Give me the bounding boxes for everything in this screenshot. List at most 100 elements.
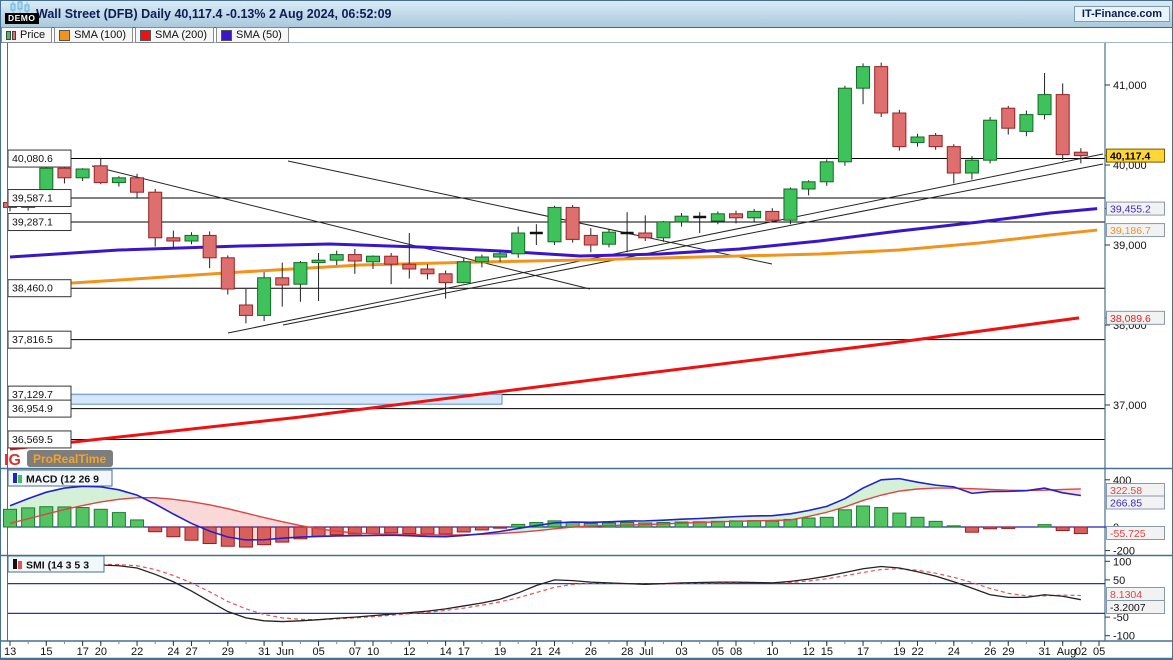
x-axis-label: 24	[167, 646, 179, 658]
site-link[interactable]: IT-Finance.com	[1074, 6, 1170, 22]
x-axis-label: 08	[730, 646, 742, 658]
macd-label: MACD (12 26 9	[26, 474, 99, 486]
x-axis-label: 31	[1039, 646, 1051, 658]
x-axis-label: 28	[621, 646, 633, 658]
indicator-legend: Price SMA (100) SMA (200) SMA (50)	[1, 27, 289, 43]
x-axis-label: 24	[948, 646, 960, 658]
price-series-icon	[6, 31, 16, 40]
macd-histogram-bar	[766, 521, 779, 527]
x-axis-label: 22	[131, 646, 143, 658]
macd-histogram-bar	[239, 527, 252, 547]
svg-text:39,000: 39,000	[1113, 240, 1147, 252]
svg-text:-3.2007: -3.2007	[1110, 602, 1146, 614]
x-axis-label: 17	[857, 646, 869, 658]
legend-chip-price[interactable]: Price	[1, 27, 52, 43]
macd-histogram-bar	[965, 527, 978, 532]
x-axis-label: 31	[258, 646, 270, 658]
macd-histogram-bar	[802, 518, 815, 527]
macd-histogram-bar	[1056, 527, 1069, 531]
legend-chip-sma200[interactable]: SMA (200)	[135, 27, 214, 43]
svg-text:36,569.5: 36,569.5	[12, 434, 53, 446]
macd-histogram-bar	[149, 527, 162, 532]
svg-text:40,117.4: 40,117.4	[1110, 151, 1150, 163]
svg-text:266.85: 266.85	[1110, 498, 1142, 510]
price-chart-canvas[interactable]: 40,080.639,587.139,287.138,460.037,816.5…	[0, 0, 1173, 660]
sma100-swatch-icon	[59, 30, 70, 41]
x-axis-label: 10	[367, 646, 379, 658]
x-axis-label: 19	[494, 646, 506, 658]
macd-histogram-bar	[838, 510, 851, 527]
macd-histogram-bar	[457, 527, 470, 532]
x-axis-label: Aug	[1057, 646, 1077, 658]
legend-chip-sma50[interactable]: SMA (50)	[216, 27, 289, 43]
svg-text:322.58: 322.58	[1110, 485, 1142, 497]
sma200-swatch-icon	[140, 30, 151, 41]
svg-text:50: 50	[1113, 575, 1125, 587]
svg-text:38,460.0: 38,460.0	[12, 283, 53, 295]
ig-logo: IG	[4, 452, 21, 469]
x-axis-label: 13	[4, 646, 16, 658]
titlebar: DEMO Wall Street (DFB) Daily 40,117.4 -0…	[0, 0, 1173, 28]
macd-histogram-bar	[131, 520, 144, 527]
x-axis-label: 24	[549, 646, 561, 658]
svg-text:40,080.6: 40,080.6	[12, 153, 53, 165]
x-axis-label: 02	[1075, 646, 1087, 658]
svg-text:-55.725: -55.725	[1110, 528, 1146, 540]
svg-text:39,186.7: 39,186.7	[1110, 225, 1151, 237]
macd-histogram-bar	[439, 527, 452, 534]
legend-label: SMA (200)	[155, 29, 207, 41]
svg-text:8.1304: 8.1304	[1110, 589, 1142, 601]
macd-histogram-bar	[40, 507, 53, 527]
svg-text:39,287.1: 39,287.1	[12, 217, 53, 229]
svg-text:ProRealTime: ProRealTime	[33, 452, 106, 466]
x-axis-label: 12	[403, 646, 415, 658]
svg-text:37,816.5: 37,816.5	[12, 334, 53, 346]
macd-histogram-bar	[367, 527, 380, 533]
x-axis-label: 26	[984, 646, 996, 658]
x-axis-label: 22	[912, 646, 924, 658]
x-axis-label: 21	[530, 646, 542, 658]
macd-histogram-bar	[857, 506, 870, 527]
x-axis-label: 07	[349, 646, 361, 658]
macd-histogram-bar	[403, 527, 416, 534]
legend-label: Price	[20, 29, 45, 41]
macd-histogram-bar	[893, 513, 906, 527]
macd-histogram-bar	[258, 527, 271, 545]
x-axis-label: 12	[803, 646, 815, 658]
legend-label: SMA (100)	[74, 29, 126, 41]
smi-label: SMI (14 3 5 3	[26, 560, 89, 572]
x-axis-label: 03	[676, 646, 688, 658]
x-axis-label: 05	[712, 646, 724, 658]
x-axis-label: 17	[77, 646, 89, 658]
svg-text:36,954.9: 36,954.9	[12, 403, 53, 415]
x-axis-label: 26	[585, 646, 597, 658]
legend-chip-sma100[interactable]: SMA (100)	[54, 27, 133, 43]
x-axis-label: Jul	[639, 646, 653, 658]
svg-text:37,129.7: 37,129.7	[12, 389, 53, 401]
x-axis-label: 14	[440, 646, 452, 658]
macd-histogram-bar	[1074, 527, 1087, 534]
macd-histogram-bar	[94, 509, 107, 527]
x-axis-label: 29	[222, 646, 234, 658]
macd-histogram-bar	[4, 509, 17, 527]
x-axis-label: 29	[1002, 646, 1014, 658]
macd-histogram-bar	[421, 527, 434, 534]
macd-histogram-bar	[820, 517, 833, 527]
x-axis-label: 19	[893, 646, 905, 658]
legend-label: SMA (50)	[236, 29, 282, 41]
svg-text:-100: -100	[1113, 631, 1135, 643]
svg-text:100: 100	[1113, 556, 1131, 568]
app-logo: DEMO	[0, 0, 34, 27]
macd-histogram-bar	[512, 524, 525, 527]
prorealtime-logo[interactable]: ProRealTime	[27, 450, 113, 467]
macd-histogram-bar	[475, 527, 488, 530]
macd-histogram-bar	[929, 521, 942, 527]
candlestick-logo-icon	[9, 1, 31, 13]
x-axis-label: 05	[1093, 646, 1105, 658]
macd-histogram-bar	[112, 513, 125, 527]
macd-histogram-bar	[911, 517, 924, 527]
macd-histogram-bar	[1002, 527, 1015, 528]
svg-text:39,455.2: 39,455.2	[1110, 204, 1151, 216]
x-axis-label: 10	[766, 646, 778, 658]
macd-histogram-bar	[167, 527, 180, 537]
